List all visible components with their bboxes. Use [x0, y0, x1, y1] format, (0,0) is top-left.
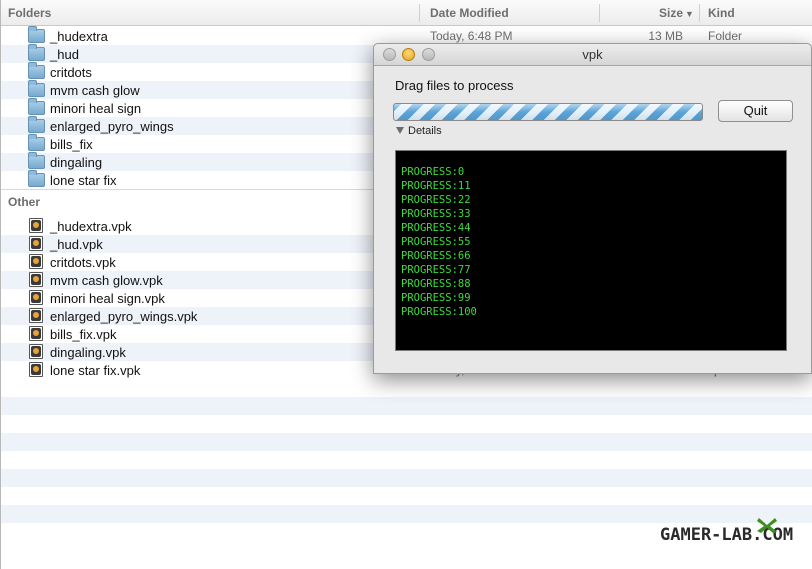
folder-icon	[28, 44, 45, 61]
vpk-file-icon	[29, 236, 43, 251]
column-header-size-label: Size	[659, 6, 684, 20]
empty-row	[1, 505, 812, 523]
folder-icon	[28, 98, 45, 115]
empty-row	[1, 469, 812, 487]
row-name: lone star fix.vpk	[50, 363, 141, 378]
row-name: mvm cash glow.vpk	[50, 273, 163, 288]
vpk-file-icon	[29, 344, 43, 359]
vpk-file-icon	[29, 308, 43, 323]
column-divider[interactable]	[599, 4, 600, 22]
details-disclosure[interactable]: Details	[396, 125, 442, 137]
console-line: PROGRESS:88	[401, 278, 471, 290]
console-line: PROGRESS:11	[401, 180, 471, 192]
column-header-name[interactable]: Folders	[8, 6, 51, 20]
row-name: critdots	[50, 65, 92, 80]
row-name: bills_fix.vpk	[50, 327, 117, 342]
empty-row	[1, 415, 812, 433]
window-title: vpk	[582, 47, 603, 62]
progress-bar-fill	[394, 104, 702, 120]
console-line: PROGRESS:77	[401, 264, 471, 276]
folder-icon	[28, 170, 45, 187]
empty-row	[1, 451, 812, 469]
row-name: _hud	[50, 47, 79, 62]
progress-bar	[393, 103, 703, 121]
column-header-size[interactable]: Size ▼	[659, 6, 694, 20]
row-name: critdots.vpk	[50, 255, 116, 270]
quit-button[interactable]: Quit	[718, 100, 793, 122]
vpk-file-icon	[29, 290, 43, 305]
vpk-file-icon	[29, 362, 43, 377]
console-line: PROGRESS:66	[401, 250, 471, 262]
folder-icon	[28, 62, 45, 79]
empty-row	[1, 397, 812, 415]
console-line: PROGRESS:22	[401, 194, 471, 206]
console-line: PROGRESS:44	[401, 222, 471, 234]
row-name: enlarged_pyro_wings	[50, 119, 174, 134]
row-name: mvm cash glow	[50, 83, 140, 98]
row-name: _hud.vpk	[50, 237, 103, 252]
console-line: PROGRESS:99	[401, 292, 471, 304]
console-line: PROGRESS:0	[401, 166, 465, 178]
row-name: lone star fix	[50, 173, 117, 188]
folder-icon	[28, 80, 45, 97]
empty-row	[1, 433, 812, 451]
console-line: PROGRESS:55	[401, 236, 471, 248]
row-name: enlarged_pyro_wings.vpk	[50, 309, 198, 324]
row-name: minori heal sign	[50, 101, 142, 116]
details-console[interactable]: PROGRESS:0 PROGRESS:11 PROGRESS:22 PROGRESS…	[395, 150, 787, 351]
drag-files-label: Drag files to process	[395, 78, 514, 93]
folder-icon	[28, 152, 45, 169]
row-date-modified: Today, 6:48 PM	[430, 29, 513, 43]
column-header-kind[interactable]: Kind	[708, 6, 735, 20]
empty-row	[1, 487, 812, 505]
vpk-file-icon	[29, 254, 43, 269]
disclosure-triangle-icon	[396, 126, 404, 134]
console-line: PROGRESS:33	[401, 208, 471, 220]
group-header-label: Other	[8, 195, 41, 209]
column-divider[interactable]	[699, 4, 700, 22]
column-header-bar: Folders Date Modified Size ▼ Kind	[1, 0, 812, 26]
column-header-date[interactable]: Date Modified	[430, 6, 509, 20]
empty-row	[1, 379, 812, 397]
window-titlebar[interactable]: vpk	[374, 44, 811, 66]
row-name: _hudextra	[50, 29, 108, 44]
vpk-file-icon	[29, 218, 43, 233]
row-name: dingaling.vpk	[50, 345, 126, 360]
row-name: _hudextra.vpk	[50, 219, 132, 234]
vpk-file-icon	[29, 326, 43, 341]
row-name: dingaling	[50, 155, 103, 170]
row-name: minori heal sign.vpk	[50, 291, 165, 306]
folder-icon	[28, 26, 45, 43]
vpk-file-icon	[29, 272, 43, 287]
column-divider[interactable]	[419, 4, 420, 22]
vpk-window: vpk Drag files to process Quit Details P…	[373, 43, 812, 374]
row-name: bills_fix	[50, 137, 93, 152]
console-line: PROGRESS:100	[401, 306, 477, 318]
folder-icon	[28, 134, 45, 151]
watermark-logo-icon	[757, 518, 777, 533]
row-size: 13 MB	[648, 29, 683, 43]
row-kind: Folder	[708, 29, 743, 43]
folder-icon	[28, 116, 45, 133]
sort-descending-icon: ▼	[685, 9, 694, 19]
details-label: Details	[408, 125, 442, 137]
